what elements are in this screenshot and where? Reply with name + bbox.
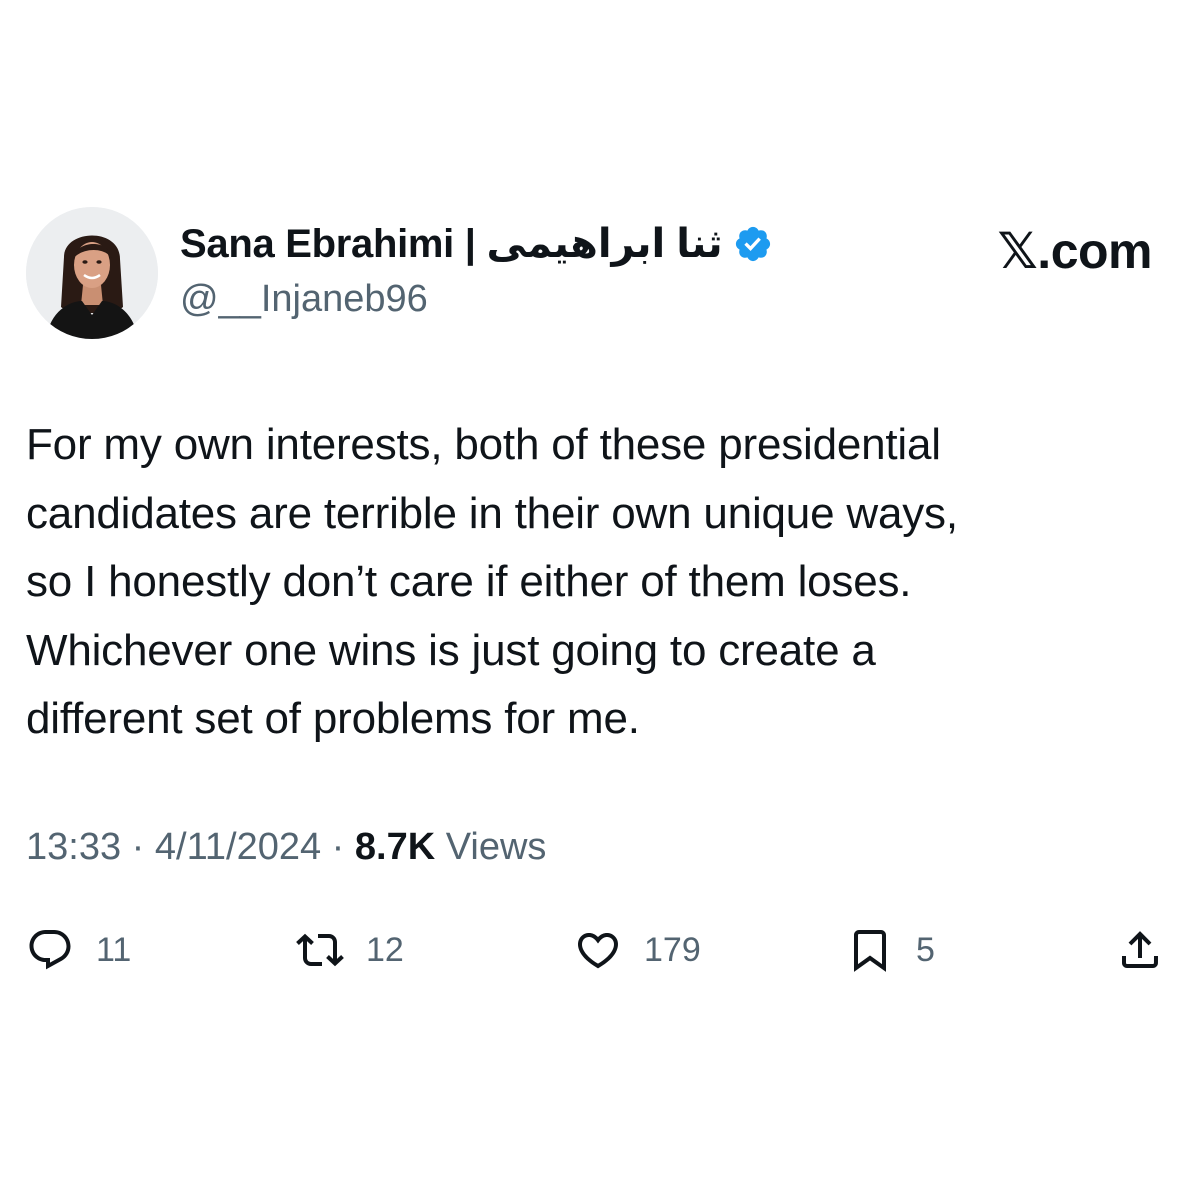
tweet-meta: 13:33 · 4/11/2024 · 8.7K Views [26,826,546,869]
verified-badge-icon [733,224,773,264]
bookmark-button[interactable]: 5 [846,920,935,980]
author-handle[interactable]: @__Injaneb96 [180,278,428,321]
reply-button[interactable]: 11 [26,920,131,980]
share-icon [1116,926,1164,974]
tweet-text-line: candidates are terrible in their own uni… [26,488,958,538]
reply-bubble-icon [26,926,74,974]
retweet-icon [296,926,344,974]
tweet-text-line: For my own interests, both of these pres… [26,420,941,469]
avatar[interactable] [26,207,158,339]
heart-icon [574,926,622,974]
tweet-text-line: so I honestly don’t care if either of th… [26,557,912,606]
views-count: 8.7K [354,826,436,868]
bookmark-count: 5 [916,930,935,969]
meta-separator: · [131,826,145,868]
reply-count: 11 [96,930,132,969]
share-button[interactable] [1116,920,1164,980]
meta-separator: · [331,826,345,868]
tweet-text: For my own interests, both of these pres… [26,411,1176,754]
like-button[interactable]: 179 [574,920,701,980]
tweet-text-line: Whichever one wins is just going to crea… [26,625,876,675]
like-count: 179 [644,930,701,969]
tweet-time[interactable]: 13:33 [26,826,121,868]
tweet-actions: 11 12 179 5 [0,920,1200,980]
views-label: Views [445,826,547,868]
author-name-row[interactable]: Sana Ebrahimi | ثنا ابراهیمی [180,218,773,270]
x-logo-label: 𝕏.com [997,223,1153,279]
bookmark-icon [846,926,894,974]
tweet-text-line: different set of problems for me. [26,694,640,743]
author-display-name[interactable]: Sana Ebrahimi | ثنا ابراهیمی [180,221,723,267]
retweet-count: 12 [366,930,404,969]
retweet-button[interactable]: 12 [296,920,404,980]
tweet-card: Sana Ebrahimi | ثنا ابراهیمی @__Injaneb9… [0,0,1200,1200]
tweet-date[interactable]: 4/11/2024 [155,826,321,868]
avatar-portrait-icon [26,207,158,339]
